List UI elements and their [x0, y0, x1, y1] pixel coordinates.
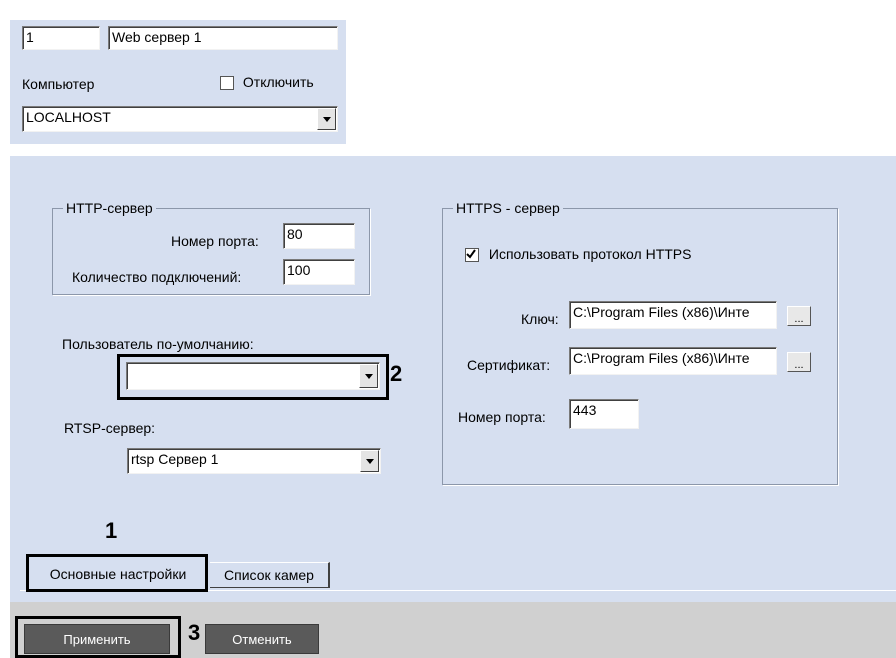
http-port-label: Номер порта:: [171, 233, 259, 249]
tab-camera-list-label: Список камер: [224, 567, 314, 583]
id-field[interactable]: 1: [22, 26, 100, 50]
tab-camera-list[interactable]: Список камер: [210, 562, 330, 588]
chevron-down-icon[interactable]: [317, 108, 336, 130]
callout-1: 1: [105, 518, 118, 543]
https-port-label: Номер порта:: [458, 409, 546, 425]
disable-checkbox[interactable]: Отключить: [220, 74, 314, 91]
http-server-group: HTTP-сервер Номер порта: 80 Количество п…: [52, 200, 370, 295]
https-use-checkbox[interactable]: Использовать протокол HTTPS: [465, 246, 692, 263]
https-port-field[interactable]: 443: [569, 399, 639, 429]
https-cert-browse-button[interactable]: ...: [787, 352, 811, 372]
https-cert-field[interactable]: C:\Program Files (x86)\Инте: [569, 347, 777, 375]
chevron-down-icon[interactable]: [359, 364, 378, 388]
checkmark-icon: [466, 249, 476, 259]
rtsp-select[interactable]: rtsp Сервер 1: [127, 448, 381, 474]
computer-select-value: LOCALHOST: [26, 109, 111, 125]
http-server-legend: HTTP-сервер: [63, 200, 156, 216]
disable-label: Отключить: [242, 74, 314, 90]
http-port-field[interactable]: 80: [283, 223, 355, 249]
https-use-label: Использовать протокол HTTPS: [488, 246, 692, 262]
settings-panel: HTTP-сервер Номер порта: 80 Количество п…: [10, 156, 896, 602]
https-cert-label: Сертификат:: [467, 357, 551, 373]
http-connections-label: Количество подключений:: [72, 269, 242, 285]
tab-main-settings[interactable]: Основные настройки: [32, 560, 204, 588]
default-user-label: Пользователь по-умолчанию:: [62, 336, 254, 352]
tab-main-settings-label: Основные настройки: [49, 566, 187, 582]
chevron-down-icon[interactable]: [360, 450, 379, 472]
http-connections-field[interactable]: 100: [283, 259, 355, 285]
computer-label: Компьютер: [22, 76, 95, 92]
name-field[interactable]: Web сервер 1: [108, 26, 338, 50]
callout-3: 3: [188, 620, 201, 645]
https-key-browse-button[interactable]: ...: [787, 306, 811, 326]
https-key-label: Ключ:: [521, 311, 559, 327]
rtsp-label: RTSP-сервер:: [64, 420, 156, 436]
header-panel: 1 Web сервер 1 Компьютер Отключить LOCAL…: [10, 20, 346, 144]
https-server-legend: HTTPS - сервер: [453, 200, 563, 216]
callout-2: 2: [390, 361, 403, 386]
default-user-select[interactable]: [126, 362, 380, 390]
computer-select[interactable]: LOCALHOST: [22, 106, 338, 132]
cancel-button[interactable]: Отменить: [205, 624, 319, 654]
disable-checkbox-box[interactable]: [220, 76, 234, 91]
rtsp-select-value: rtsp Сервер 1: [131, 451, 219, 467]
https-server-group: HTTPS - сервер Использовать протокол HTT…: [442, 200, 838, 485]
https-use-checkbox-box[interactable]: [465, 248, 479, 263]
apply-button[interactable]: Применить: [24, 624, 170, 654]
https-key-field[interactable]: C:\Program Files (x86)\Инте: [569, 301, 777, 329]
